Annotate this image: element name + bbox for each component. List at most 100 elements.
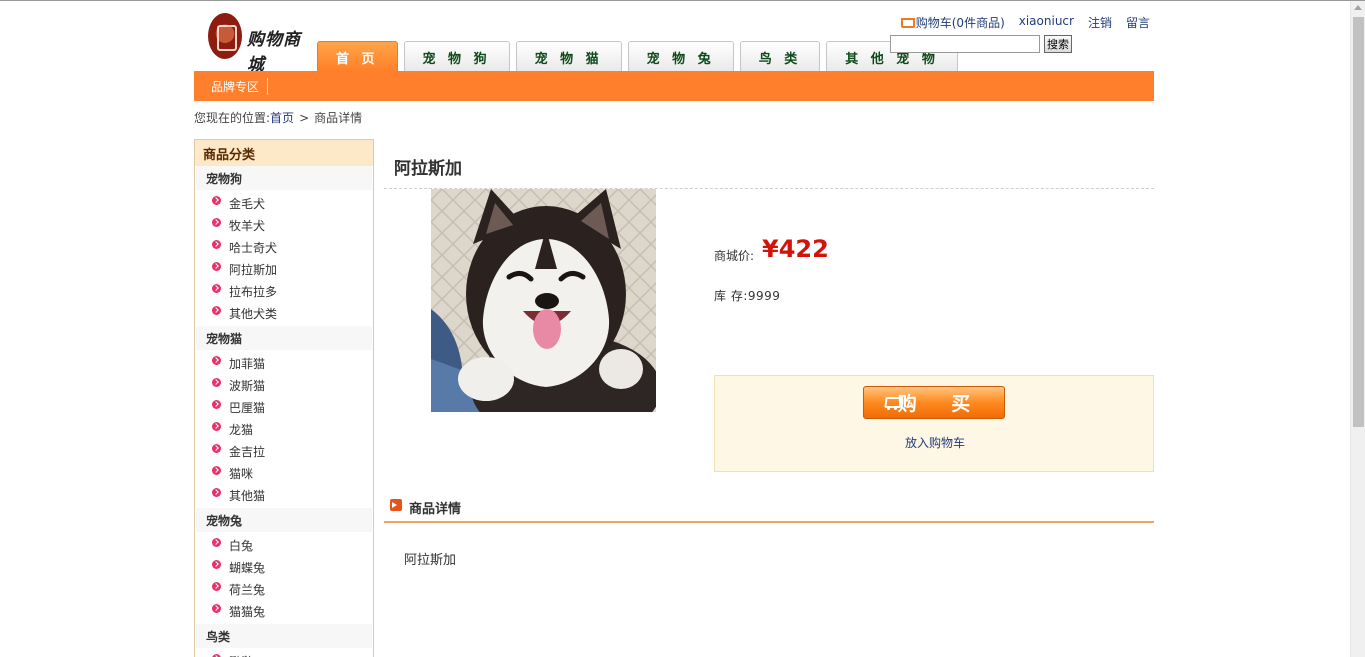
sidebar-title: 商品分类 — [195, 140, 373, 166]
tab-cats[interactable]: 宠 物 猫 — [515, 41, 622, 72]
add-to-cart-link[interactable]: 放入购物车 — [715, 434, 1155, 451]
category-item[interactable]: 巴厘猫 — [195, 396, 373, 418]
cart-link[interactable]: 购物车(0件商品) — [899, 14, 1005, 31]
bullet-arrow-icon — [212, 421, 221, 431]
search-button[interactable]: 搜索 — [1044, 35, 1072, 53]
category-item[interactable]: 牧羊犬 — [195, 214, 373, 236]
bullet-arrow-icon — [212, 653, 221, 657]
bullet-arrow-icon — [212, 537, 221, 547]
purchase-box: 购 买 放入购物车 — [714, 375, 1154, 472]
category-sidebar: 商品分类 宠物狗 金毛犬 牧羊犬 哈士奇犬 阿拉斯加 拉布拉多 其他犬类 宠物猫… — [194, 139, 374, 657]
category-item[interactable]: 猫猫兔 — [195, 600, 373, 622]
category-item[interactable]: 蝴蝶兔 — [195, 556, 373, 578]
category-item[interactable]: 白兔 — [195, 534, 373, 556]
category-item-label: 阿拉斯加 — [229, 262, 278, 277]
category-item-label: 金吉拉 — [229, 444, 266, 459]
category-item-label: 猫咪 — [229, 466, 254, 481]
scroll-up-arrow-icon[interactable] — [1354, 5, 1362, 10]
category-item-label: 蝴蝶兔 — [229, 560, 266, 575]
category-item[interactable]: 拉布拉多 — [195, 280, 373, 302]
detail-section-title: 商品详情 — [409, 502, 462, 517]
breadcrumb-separator: > — [299, 111, 310, 125]
category-group-title[interactable]: 宠物猫 — [196, 326, 372, 350]
category-item-label: 加菲猫 — [229, 356, 266, 371]
bullet-arrow-icon — [212, 195, 221, 205]
search-bar: 搜索 — [890, 35, 1072, 53]
category-item-label: 拉布拉多 — [229, 284, 278, 299]
category-item[interactable]: 阿拉斯加 — [195, 258, 373, 280]
category-item-label: 巴厘猫 — [229, 400, 266, 415]
detail-section-header: 商品详情 — [384, 497, 1154, 523]
logo-seal-icon — [208, 13, 242, 59]
username-link[interactable]: xiaoniucr — [1019, 14, 1074, 31]
detail-description: 阿拉斯加 — [404, 553, 457, 568]
category-item[interactable]: 金吉拉 — [195, 440, 373, 462]
category-item[interactable]: 猫咪 — [195, 462, 373, 484]
category-item-label: 牧羊犬 — [229, 218, 266, 233]
logout-link[interactable]: 注销 — [1088, 14, 1112, 31]
bullet-arrow-icon — [212, 217, 221, 227]
tab-rabbits[interactable]: 宠 物 兔 — [627, 41, 734, 72]
cart-icon — [899, 17, 915, 28]
tab-home[interactable]: 首 页 — [317, 41, 398, 72]
category-group-title[interactable]: 宠物狗 — [196, 166, 372, 190]
arrow-right-icon — [390, 499, 402, 511]
bullet-arrow-icon — [212, 487, 221, 497]
category-item-label: 猫猫兔 — [229, 604, 266, 619]
stock-label: 库 存: — [714, 289, 748, 303]
bullet-arrow-icon — [212, 443, 221, 453]
category-item-label: 龙猫 — [229, 422, 254, 437]
category-item[interactable]: 波斯猫 — [195, 374, 373, 396]
bullet-arrow-icon — [212, 559, 221, 569]
buy-button[interactable]: 购 买 — [863, 386, 1005, 419]
buy-button-label: 购 买 — [897, 393, 985, 415]
category-item[interactable]: 荷兰兔 — [195, 578, 373, 600]
category-item[interactable]: 金毛犬 — [195, 192, 373, 214]
product-title: 阿拉斯加 — [394, 159, 462, 179]
logo-text: 购物商城 — [247, 30, 301, 75]
bullet-arrow-icon — [212, 399, 221, 409]
page-scrollbar[interactable] — [1350, 1, 1365, 657]
stock-info: 库 存:9999 — [714, 287, 780, 304]
category-item[interactable]: 哈士奇犬 — [195, 236, 373, 258]
category-group-rabbits: 宠物兔 白兔 蝴蝶兔 荷兰兔 猫猫兔 — [195, 508, 373, 624]
bullet-arrow-icon — [212, 465, 221, 475]
brand-zone-link[interactable]: 品牌专区 — [211, 77, 269, 95]
category-group-title[interactable]: 宠物兔 — [196, 508, 372, 532]
product-photo — [431, 189, 656, 412]
category-item-label: 金毛犬 — [229, 196, 266, 211]
tab-dogs[interactable]: 宠 物 狗 — [403, 41, 510, 72]
bullet-arrow-icon — [212, 239, 221, 249]
site-logo[interactable]: 购物商城 — [208, 11, 313, 75]
category-group-birds: 鸟类 鹦鹉 — [195, 624, 373, 657]
breadcrumb-home-link[interactable]: 首页 — [270, 111, 294, 125]
breadcrumb: 您现在的位置:首页 > 商品详情 — [194, 109, 362, 126]
category-group-dogs: 宠物狗 金毛犬 牧羊犬 哈士奇犬 阿拉斯加 拉布拉多 其他犬类 — [195, 166, 373, 326]
category-item[interactable]: 龙猫 — [195, 418, 373, 440]
category-group-cats: 宠物猫 加菲猫 波斯猫 巴厘猫 龙猫 金吉拉 猫咪 其他猫 — [195, 326, 373, 508]
scrollbar-thumb[interactable] — [1353, 17, 1364, 427]
message-link[interactable]: 留言 — [1126, 14, 1150, 31]
category-group-title[interactable]: 鸟类 — [196, 624, 372, 648]
tab-birds[interactable]: 鸟 类 — [739, 41, 821, 72]
category-item-label: 其他猫 — [229, 488, 266, 503]
category-item-label: 其他犬类 — [229, 306, 278, 321]
bullet-arrow-icon — [212, 355, 221, 365]
category-item[interactable]: 加菲猫 — [195, 352, 373, 374]
category-item[interactable]: 鹦鹉 — [195, 650, 373, 657]
category-item-label: 波斯猫 — [229, 378, 266, 393]
category-item-label: 荷兰兔 — [229, 582, 266, 597]
search-input[interactable] — [890, 35, 1040, 53]
user-links: 购物车(0件商品) xiaoniucr 注销 留言 — [899, 14, 1150, 31]
bullet-arrow-icon — [212, 581, 221, 591]
category-item-label: 白兔 — [229, 538, 254, 553]
bullet-arrow-icon — [212, 305, 221, 315]
bullet-arrow-icon — [212, 261, 221, 271]
bullet-arrow-icon — [212, 283, 221, 293]
price-label: 商城价: — [714, 249, 755, 263]
stock-value: 9999 — [747, 289, 781, 303]
main-nav-tabs: 首 页 宠 物 狗 宠 物 猫 宠 物 兔 鸟 类 其 他 宠 物 — [317, 41, 958, 72]
category-item[interactable]: 其他犬类 — [195, 302, 373, 324]
category-item[interactable]: 其他猫 — [195, 484, 373, 506]
category-item-label: 鹦鹉 — [229, 653, 253, 657]
